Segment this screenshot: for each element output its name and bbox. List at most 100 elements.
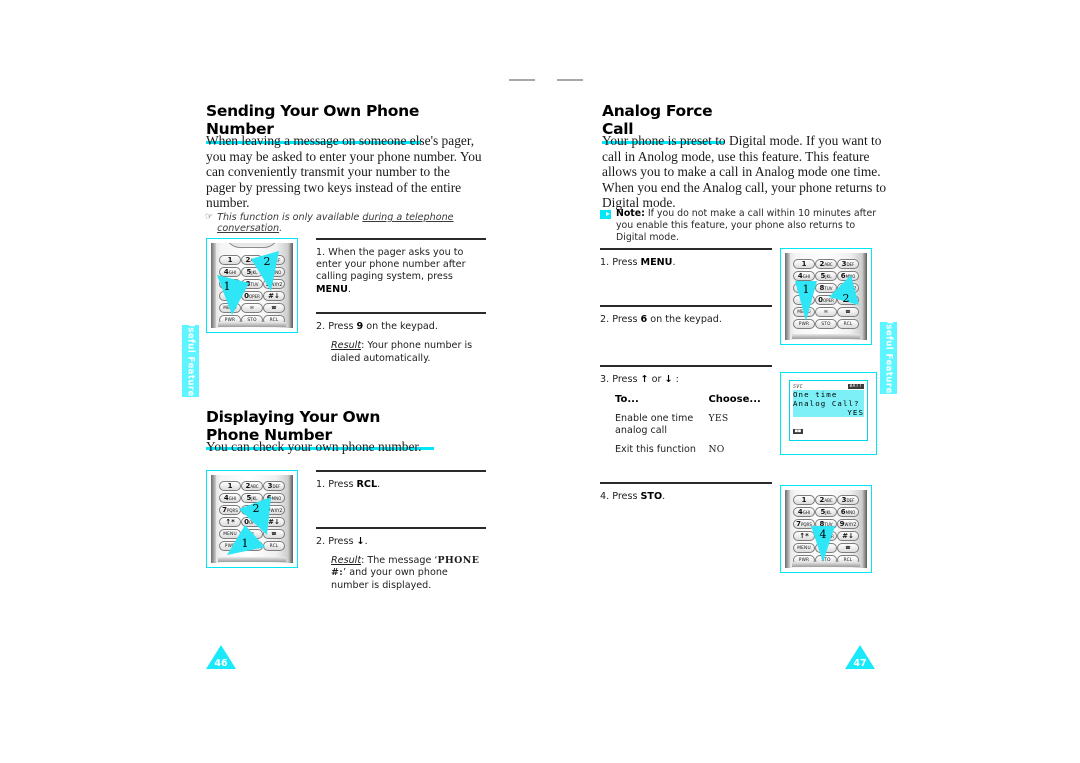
step-2: 2. Press 6 on the keypad. [600,307,772,326]
key-5: 5JKL [815,271,837,281]
step-text: 1. Press [316,478,357,490]
key-7: 7PQRS [793,283,815,293]
step-text-end: . [347,283,351,295]
key-3: 3DEF [837,495,859,505]
key-6: 6MNO [263,493,285,503]
phone-edge-right [288,475,293,563]
pointing-hand-icon: ☞ [205,212,214,222]
keypad-grid: 1 2ABC 3DEF 4GHI 5JKL 6MNO 7PQRS 8TUV 9WXYZ ↑*… [219,481,285,551]
phone-body: 1 2ABC 3DEF 4GHI 5JKL 6MNO 7PQRS 8TUV 9WXYZ ↑*… [785,253,867,340]
key-star: ↑* [793,531,815,541]
options-table: To... Choose... Enable one time analog c… [615,394,772,457]
lcd-status-bar: SVC BATT [793,383,864,390]
step-1: 1. When the pager asks you to enter your… [316,240,486,297]
keypad-grid: 1 2ABC 3DEF 4GHI 5JKL 6MNO 7PQRS 8TUV 9WXYZ ↑*… [793,259,859,329]
key-8: 8TUV [815,519,837,529]
key-4: 4GHI [793,507,815,517]
step-text: 1. Press [600,256,641,268]
step-text-end: on the keypad. [363,320,438,332]
key-menu: MENU [793,307,815,317]
key-pwr: PWR [793,319,815,329]
step-text-mid: or [648,373,665,385]
key-3: 3DEF [263,481,285,491]
step-2: 2. Press 9 on the keypad. Result: Your p… [316,314,486,365]
tip-suffix: . [279,223,283,234]
step-2: 2. Press ↓. Result: The message ‘PHONE #… [316,529,486,593]
steps-displaying: 1. Press RCL. 2. Press ↓. Result: The me… [316,470,486,592]
phone-edge-right [288,243,293,328]
page-number-left: 46 [206,645,236,671]
step-key-down: ↓ [664,373,673,385]
phone-base [218,322,286,327]
step-result: Result: The message ‘PHONE #:’ and your … [316,555,486,592]
side-tab-useful-features: Useful Features [880,317,897,399]
key-7: 7PQRS [219,505,241,515]
side-tab-useful-features: Useful Features [182,320,199,402]
right-page: Analog Force Call Your phone is preset t… [540,0,1080,763]
lcd-service-indicator: SVC [793,383,803,390]
side-tab-label: Useful Features [883,316,894,400]
key-menu: MENU [219,303,241,313]
key-rcl: RCL [837,319,859,329]
step-result: Result: Your phone number is dialed auto… [316,340,486,365]
key-1: 1 [793,259,815,269]
key-3: 3DEF [263,255,285,265]
step-text: 2. Press [600,313,641,325]
key-message: ✉ [241,529,263,539]
key-menu: MENU [219,529,241,539]
key-pound: #↓ [263,517,285,527]
steps-analog-step4: 4. Press STO. [600,482,772,503]
key-5: 5JKL [241,493,263,503]
key-send: ☎ [837,307,859,317]
step-text: 1. When the pager asks you to enter your… [316,246,466,283]
phone-edge-left [785,253,790,340]
section-body-sending: When leaving a message on someone else's… [206,133,482,211]
lcd-footer: ■■ [793,419,864,437]
key-pound: #↓ [263,291,285,301]
key-message: ✉ [815,543,837,553]
tip-prefix: This function is only available [217,212,363,223]
key-4: 4GHI [219,267,241,277]
key-3: 3DEF [837,259,859,269]
key-0: 0OPER [815,531,837,541]
keypad-illustration-sending: 1 2ABC 3DEF 4GHI 5JKL 6MNO 7PQRS 8TUV 9WXYZ ↑*… [206,238,298,333]
phone-body: 1 2ABC 3DEF 4GHI 5JKL 6MNO 7PQRS 8TUV 9WXYZ ↑*… [785,490,867,568]
key-star: ↑* [793,295,815,305]
phone-edge-right [862,490,867,568]
key-4: 4GHI [219,493,241,503]
key-9: 9WXYZ [263,505,285,515]
key-sto: STO [815,319,837,329]
key-2: 2ABC [241,481,263,491]
phone-earpiece [225,243,279,248]
step-key: MENU [316,283,348,295]
key-9: 9WXYZ [837,283,859,293]
lcd-battery-indicator: BATT [847,384,864,389]
table-header-choose: Choose... [708,394,761,405]
page-number-right: 47 [845,645,875,671]
key-send: ☎ [263,529,285,539]
phone-edge-left [211,475,216,563]
key-7: 7PQRS [219,279,241,289]
phone-body: 1 2ABC 3DEF 4GHI 5JKL 6MNO 7PQRS 8TUV 9WXYZ ↑*… [211,475,293,563]
result-label: Result [331,555,362,566]
step-text: 2. Press [316,320,357,332]
lcd-line-3: YES [793,408,864,417]
lcd-line-1: One time [793,390,864,399]
key-menu: MENU [793,543,815,553]
note-arrow-icon [600,210,611,219]
key-message: ✉ [815,307,837,317]
key-2: 2ABC [815,259,837,269]
lcd-screen: SVC BATT One time Analog Call? YES ■■ [789,380,868,441]
key-star: ↑* [219,517,241,527]
key-8: 8TUV [241,279,263,289]
table-cell-choose: YES [708,413,729,425]
table-row: Exit this function NO [615,444,772,456]
lcd-illustration: SVC BATT One time Analog Call? YES ■■ [780,372,877,455]
phone-edge-left [211,243,216,328]
key-rcl: RCL [263,541,285,551]
step-text-end: . [377,478,381,490]
key-message: ✉ [241,303,263,313]
key-8: 8TUV [241,505,263,515]
key-5: 5JKL [241,267,263,277]
key-2: 2ABC [241,255,263,265]
